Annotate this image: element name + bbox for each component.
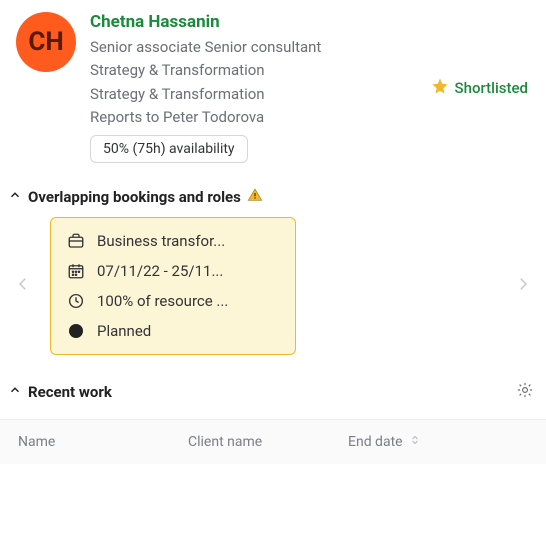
star-icon [431,77,449,99]
booking-project: Business transfor... [97,232,225,250]
booking-dates: 07/11/22 - 25/11... [97,262,223,280]
profile-header: CH Chetna Hassanin Senior associate Seni… [0,0,546,169]
chevron-left-icon [14,270,32,302]
briefcase-icon [67,232,85,250]
calendar-icon [67,262,85,280]
booking-card[interactable]: Business transfor... 07/11/22 - 25/11...… [50,217,296,355]
overlapping-bookings-header[interactable]: Overlapping bookings and roles [0,169,546,217]
chevron-right-icon [514,270,532,302]
bookings-carousel: Business transfor... 07/11/22 - 25/11...… [0,217,546,363]
chevron-up-icon [8,383,22,401]
avatar-initials: CH [28,27,63,57]
availability-pill[interactable]: 50% (75h) availability [90,135,248,163]
booking-dates-line: 07/11/22 - 25/11... [67,262,279,280]
booking-allocation: 100% of resource ... [97,292,228,310]
column-header-client[interactable]: Client name [188,434,348,450]
column-header-end-date-label: End date [348,434,403,450]
chevron-up-icon [8,188,22,206]
avatar[interactable]: CH [16,12,76,72]
shortlisted-label: Shortlisted [455,79,528,97]
column-header-name[interactable]: Name [18,434,188,450]
booking-project-line: Business transfor... [67,232,279,250]
person-name[interactable]: Chetna Hassanin [90,12,417,32]
shortlisted-badge[interactable]: Shortlisted [431,12,528,163]
department-line-2: Strategy & Transformation [90,83,417,106]
recent-work-title: Recent work [28,383,112,401]
booking-status-line: Planned [67,322,279,340]
gear-icon [516,385,534,403]
role-line: Senior associate Senior consultant [90,36,417,59]
sort-icon [409,434,421,450]
carousel-next-button[interactable] [504,226,542,346]
carousel-prev-button[interactable] [4,226,42,346]
settings-button[interactable] [516,381,534,403]
reports-to-line: Reports to Peter Todorova [90,106,417,129]
warning-icon [247,187,263,207]
department-line-1: Strategy & Transformation [90,59,417,82]
booking-status: Planned [97,322,151,340]
booking-allocation-line: 100% of resource ... [67,292,279,310]
column-header-end-date[interactable]: End date [348,434,528,450]
overlapping-bookings-title: Overlapping bookings and roles [28,188,241,206]
status-dot-icon [67,324,85,338]
clock-icon [67,292,85,310]
recent-work-header[interactable]: Recent work [0,363,546,413]
recent-work-table-header: Name Client name End date [0,419,546,464]
profile-info: Chetna Hassanin Senior associate Senior … [90,12,417,163]
